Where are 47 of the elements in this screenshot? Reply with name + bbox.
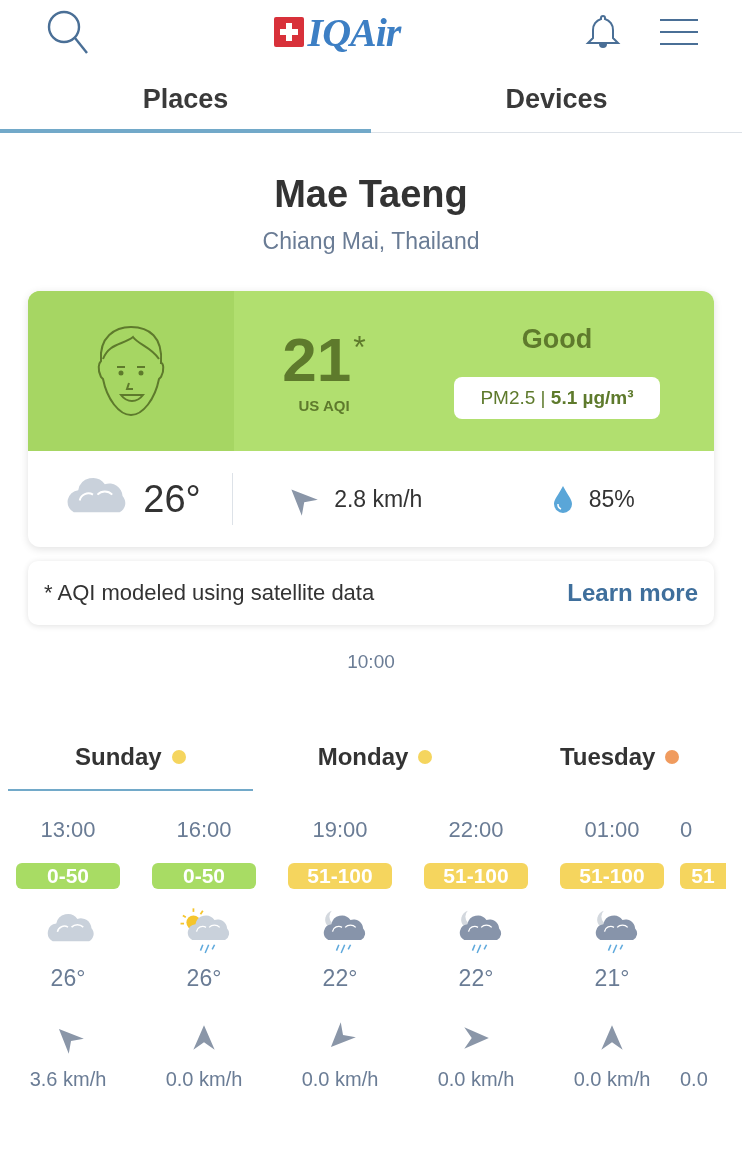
temperature: 26° xyxy=(143,477,201,521)
aqi-status: Good xyxy=(521,323,593,355)
location-name: Mae Taeng xyxy=(274,173,468,216)
aqi-range-badge: 51 xyxy=(680,863,726,889)
hour-time: 19:00 xyxy=(312,817,368,843)
location-region: Chiang Mai, Thailand xyxy=(262,228,480,255)
hour-temperature: 26° xyxy=(186,965,222,992)
menu-button[interactable] xyxy=(660,17,698,47)
hour-temperature: 22° xyxy=(458,965,494,992)
aqi-unit: US AQI xyxy=(298,396,350,414)
aqi-range-badge: 51-100 xyxy=(288,863,392,889)
hour-temperature: 26° xyxy=(50,965,86,992)
notifications-button[interactable] xyxy=(584,14,622,50)
aqi-value: 21 xyxy=(282,328,352,391)
hour-wind-speed: 0.0 km/h xyxy=(437,1068,515,1091)
update-time: 10:00 xyxy=(346,651,396,673)
hour-wind-speed: 0.0 km/h xyxy=(301,1068,379,1091)
swiss-cross-icon xyxy=(273,17,304,47)
day-tab[interactable]: Sunday xyxy=(8,743,253,791)
tab[interactable]: Devices xyxy=(371,68,742,133)
hour-time: 13:00 xyxy=(40,817,96,843)
hour-wind-speed: 0.0 xyxy=(680,1068,708,1091)
hour-wind-speed: 0.0 km/h xyxy=(165,1068,243,1091)
learn-more-link[interactable]: Learn more xyxy=(567,579,698,607)
hour-temperature: 21° xyxy=(594,965,630,992)
asterisk: * xyxy=(353,328,366,366)
aqi-range-badge: 51-100 xyxy=(424,863,528,889)
aqi-range-badge: 0-50 xyxy=(16,863,120,889)
hour-time: 16:00 xyxy=(176,817,232,843)
hour-wind-speed: 3.6 km/h xyxy=(29,1068,107,1091)
day-tab[interactable]: Tuesday xyxy=(497,743,742,791)
hour-time: 22:00 xyxy=(448,817,504,843)
hour-time: 01:00 xyxy=(584,817,640,843)
footnote-text: * AQI modeled using satellite data xyxy=(44,580,375,606)
wind-speed: 2.8 km/h xyxy=(334,485,423,513)
pollutant-badge: PM2.5 | 5.1 µg/m³ xyxy=(454,376,660,419)
hour-temperature: 22° xyxy=(322,965,358,992)
hour-wind-speed: 0.0 km/h xyxy=(573,1068,651,1091)
aqi-range-badge: 0-50 xyxy=(152,863,256,889)
day-tab[interactable]: Monday xyxy=(252,743,498,791)
search-button[interactable] xyxy=(46,9,90,55)
humidity: 85% xyxy=(588,485,635,513)
tab[interactable]: Places xyxy=(0,68,371,133)
humidity-drop-icon xyxy=(552,485,573,513)
aqi-range-badge: 51-100 xyxy=(560,863,664,889)
logo-text: IQAir xyxy=(307,8,401,56)
hour-time: 0 xyxy=(680,817,693,843)
